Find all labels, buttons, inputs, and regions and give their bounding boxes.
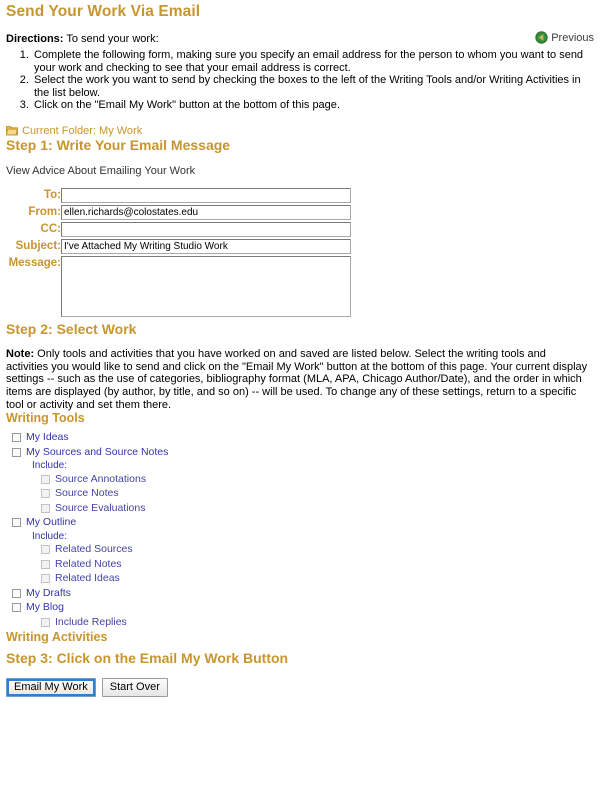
checkbox-row[interactable]: My Ideas bbox=[6, 431, 594, 444]
checkbox-my-blog[interactable] bbox=[12, 603, 21, 613]
checkbox-related-ideas bbox=[41, 574, 50, 584]
page-container: Send Your Work Via Email Directions: To … bbox=[0, 3, 600, 698]
view-advice-link[interactable]: View Advice About Emailing Your Work bbox=[6, 165, 195, 177]
checkbox-label: My Sources and Source Notes bbox=[26, 445, 169, 458]
directions-lead-text: To send your work: bbox=[63, 33, 159, 45]
checkbox-source-notes bbox=[41, 489, 50, 499]
directions-lead: Directions: To send your work: bbox=[6, 33, 594, 45]
checkbox-row[interactable]: My Blog bbox=[6, 601, 594, 614]
message-field[interactable] bbox=[61, 255, 351, 317]
start-over-button[interactable]: Start Over bbox=[101, 678, 168, 698]
checkbox-source-evaluations bbox=[41, 503, 50, 513]
writing-tools-list: My Ideas My Sources and Source Notes Inclu… bbox=[6, 431, 594, 629]
form-row-subject: Subject: bbox=[6, 238, 351, 255]
subject-field[interactable] bbox=[61, 238, 351, 254]
writing-activities-heading: Writing Activities bbox=[6, 630, 108, 645]
checkbox-label: Related Ideas bbox=[55, 572, 120, 585]
direction-item-2: Select the work you want to send by chec… bbox=[32, 74, 594, 99]
checkbox-my-sources-and-source-notes[interactable] bbox=[12, 447, 21, 457]
direction-item-1: Complete the following form, making sure… bbox=[32, 49, 594, 74]
checkbox-label: My Blog bbox=[26, 601, 64, 614]
note-label: Note: bbox=[6, 347, 35, 360]
checkbox-label: Related Notes bbox=[55, 557, 122, 570]
message-label: Message: bbox=[8, 256, 61, 269]
button-row: Email My Work Start Over bbox=[6, 678, 594, 698]
step1-heading: Step 1: Write Your Email Message bbox=[6, 136, 231, 153]
checkbox-label: Source Evaluations bbox=[55, 501, 146, 514]
back-arrow-circle-icon bbox=[535, 31, 548, 44]
directions-label: Directions: bbox=[6, 33, 64, 45]
checkbox-label: My Drafts bbox=[26, 586, 71, 599]
to-field[interactable] bbox=[61, 187, 351, 203]
checkbox-row[interactable]: Source Notes bbox=[6, 487, 594, 500]
step3-heading: Step 3: Click on the Email My Work Butto… bbox=[6, 650, 289, 667]
checkbox-row[interactable]: My Outline bbox=[6, 516, 594, 529]
checkbox-row[interactable]: My Sources and Source Notes bbox=[6, 446, 594, 459]
direction-item-3: Click on the "Email My Work" button at t… bbox=[32, 99, 594, 112]
checkbox-row[interactable]: Related Notes bbox=[6, 558, 594, 571]
email-form: To: From: CC: Subject: Message: bbox=[6, 187, 351, 321]
note-text: Only tools and activities that you have … bbox=[6, 347, 588, 411]
form-row-message: Message: bbox=[6, 255, 351, 321]
breadcrumb-label: Current Folder: My Work bbox=[22, 124, 143, 137]
checkbox-row[interactable]: My Drafts bbox=[6, 587, 594, 600]
checkbox-row[interactable]: Related Sources bbox=[6, 543, 594, 556]
previous-label: Previous bbox=[551, 31, 594, 44]
step2-note: Note: Only tools and activities that you… bbox=[6, 348, 591, 412]
include-group-label: Include: bbox=[32, 530, 68, 542]
checkbox-row[interactable]: Source Evaluations bbox=[6, 502, 594, 515]
to-label: To: bbox=[43, 188, 61, 201]
previous-link[interactable]: Previous bbox=[535, 31, 594, 44]
checkbox-my-outline[interactable] bbox=[12, 518, 21, 528]
email-my-work-button[interactable]: Email My Work bbox=[6, 678, 96, 698]
form-row-cc: CC: bbox=[6, 221, 351, 238]
checkbox-label: Include Replies bbox=[55, 615, 127, 628]
checkbox-row[interactable]: Related Ideas bbox=[6, 572, 594, 585]
directions-list: Complete the following form, making sure… bbox=[6, 49, 594, 112]
directions-block: Directions: To send your work: Previous … bbox=[6, 31, 594, 112]
checkbox-include-replies bbox=[41, 617, 50, 627]
cc-label: CC: bbox=[40, 222, 61, 235]
form-row-to: To: bbox=[6, 187, 351, 204]
checkbox-label: Related Sources bbox=[55, 543, 133, 556]
folder-icon bbox=[6, 125, 18, 136]
from-field[interactable] bbox=[61, 204, 351, 220]
checkbox-label: My Ideas bbox=[26, 431, 69, 444]
cc-field[interactable] bbox=[61, 221, 351, 237]
breadcrumb: Current Folder: My Work bbox=[6, 125, 594, 137]
checkbox-my-drafts[interactable] bbox=[12, 588, 21, 598]
step2-heading: Step 2: Select Work bbox=[6, 320, 137, 337]
checkbox-my-ideas[interactable] bbox=[12, 433, 21, 443]
include-group-label: Include: bbox=[32, 460, 68, 472]
page-title: Send Your Work Via Email bbox=[6, 3, 201, 20]
checkbox-source-annotations bbox=[41, 474, 50, 484]
checkbox-label: Source Notes bbox=[55, 487, 119, 500]
checkbox-label: Source Annotations bbox=[55, 472, 147, 485]
checkbox-label: My Outline bbox=[26, 516, 77, 529]
writing-tools-heading: Writing Tools bbox=[6, 411, 85, 426]
checkbox-related-sources bbox=[41, 545, 50, 555]
checkbox-related-notes bbox=[41, 559, 50, 569]
form-row-from: From: bbox=[6, 204, 351, 221]
subject-label: Subject: bbox=[15, 239, 61, 252]
checkbox-row[interactable]: Source Annotations bbox=[6, 473, 594, 486]
from-label: From: bbox=[28, 205, 61, 218]
checkbox-row[interactable]: Include Replies bbox=[6, 616, 594, 629]
